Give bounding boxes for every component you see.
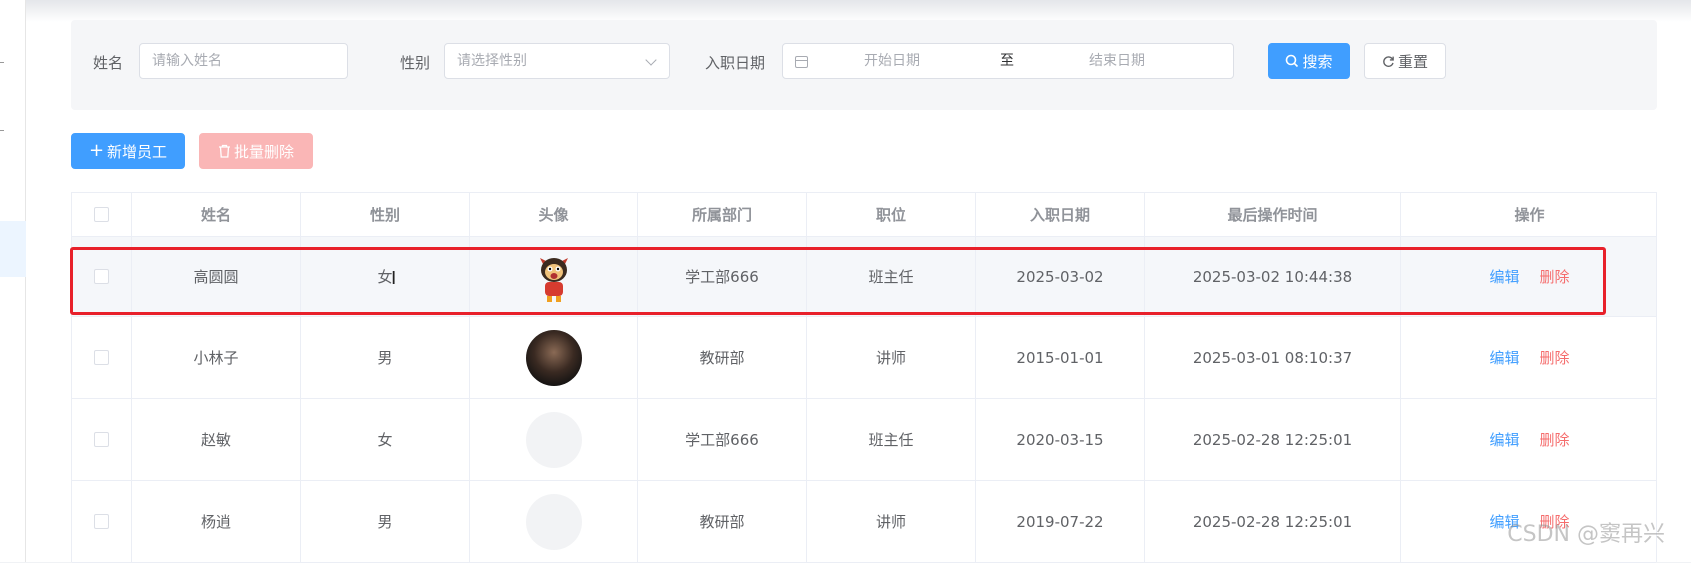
- column-header: 所属部门: [638, 193, 807, 237]
- header-shadow: [26, 0, 1691, 22]
- column-header: 入职日期: [976, 193, 1145, 237]
- range-separator: 至: [1000, 53, 1014, 69]
- cell-department: 学工部666: [638, 399, 807, 480]
- entry-date-label: 入职日期: [705, 54, 766, 72]
- batch-delete-button[interactable]: 批量删除: [199, 133, 313, 169]
- cell-avatar: [470, 317, 638, 398]
- header-select-all[interactable]: [72, 193, 132, 237]
- row-checkbox[interactable]: [94, 350, 109, 365]
- batch-delete-label: 批量删除: [233, 142, 294, 161]
- cell-avatar: [470, 481, 638, 562]
- cell-department: 教研部: [638, 317, 807, 398]
- name-label: 姓名: [93, 54, 124, 72]
- row-select-cell[interactable]: [72, 399, 132, 480]
- start-date-placeholder[interactable]: 开始日期: [864, 44, 920, 78]
- cell-entry-date: 2025-03-02: [976, 237, 1145, 316]
- table-row[interactable]: 杨逍 男 教研部 讲师 2019-07-22 2025-02-28 12:25:…: [72, 481, 1656, 563]
- cell-gender: 男: [301, 317, 470, 398]
- delete-button[interactable]: 删除: [1540, 429, 1570, 450]
- table-row[interactable]: 赵敏 女 学工部666 班主任 2020-03-15 2025-02-28 12…: [72, 399, 1656, 481]
- edit-button[interactable]: 编辑: [1489, 347, 1519, 368]
- cell-entry-date: 2015-01-01: [976, 317, 1145, 398]
- sidebar-active-item[interactable]: [0, 221, 26, 277]
- edit-button[interactable]: 编辑: [1489, 429, 1519, 450]
- cell-avatar: [470, 399, 638, 480]
- column-header: 操作: [1514, 206, 1545, 224]
- avatar-photo: [525, 329, 582, 386]
- sidebar-strip: [0, 0, 26, 562]
- cell-entry-date: 2019-07-22: [976, 481, 1145, 562]
- table-header: 姓名 性别 头像 所属部门 职位 入职日期 最后操作时间 操作: [72, 193, 1656, 237]
- cell-name: 赵敏: [132, 399, 301, 480]
- edit-button[interactable]: 编辑: [1489, 266, 1519, 287]
- cell-updated-time: 2025-02-28 12:25:01: [1145, 399, 1401, 480]
- calendar-icon: [795, 56, 808, 68]
- table-row[interactable]: 高圆圆 女 学工部666 班主任 2025-03-02 2025-03-02 1…: [72, 237, 1656, 317]
- search-icon: [1286, 54, 1299, 68]
- cell-actions: 编辑 删除: [1401, 317, 1658, 398]
- column-header: 头像: [470, 193, 638, 237]
- search-button-label: 搜索: [1302, 52, 1333, 71]
- end-date-placeholder[interactable]: 结束日期: [1089, 44, 1145, 78]
- cell-gender: 男: [301, 481, 470, 562]
- row-checkbox[interactable]: [94, 269, 109, 284]
- cell-name: 杨逍: [132, 481, 301, 562]
- cell-entry-date: 2020-03-15: [976, 399, 1145, 480]
- cell-gender: 女: [301, 237, 470, 316]
- avatar-placeholder: [525, 411, 582, 468]
- cell-position: 班主任: [807, 399, 976, 480]
- sidebar-marker: [0, 130, 4, 131]
- gender-select-placeholder: 请选择性别: [457, 53, 527, 69]
- delete-button[interactable]: 删除: [1540, 347, 1570, 368]
- row-select-cell[interactable]: [72, 317, 132, 398]
- chevron-down-icon: [645, 54, 657, 66]
- cell-updated-time: 2025-03-02 10:44:38: [1145, 237, 1401, 316]
- cell-gender: 女: [301, 399, 470, 480]
- employee-table: 姓名 性别 头像 所属部门 职位 入职日期 最后操作时间 操作 高圆圆 女 学工…: [71, 192, 1657, 563]
- cell-name: 高圆圆: [132, 237, 301, 316]
- cell-name: 小林子: [132, 317, 301, 398]
- trash-icon: [218, 144, 230, 158]
- main-content: 姓名 性别 请选择性别 入职日期 开始日期 至 结束日期 搜索 重置 + 新增员…: [26, 0, 1691, 563]
- cell-department: 教研部: [638, 481, 807, 562]
- row-select-cell[interactable]: [72, 237, 132, 316]
- cell-position: 讲师: [807, 481, 976, 562]
- cell-actions: 编辑 删除: [1401, 399, 1658, 480]
- select-all-checkbox[interactable]: [94, 207, 109, 222]
- column-header: 姓名: [132, 193, 301, 237]
- add-employee-label: 新增员工: [107, 142, 168, 161]
- cell-department: 学工部666: [638, 237, 807, 316]
- reset-button-label: 重置: [1397, 52, 1428, 71]
- column-header: 性别: [301, 193, 470, 237]
- sidebar-marker: [0, 62, 4, 63]
- gender-label: 性别: [400, 54, 431, 72]
- column-header: 最后操作时间: [1145, 193, 1401, 237]
- avatar-mascot-image: [539, 257, 568, 302]
- cell-position: 讲师: [807, 317, 976, 398]
- entry-date-range-picker[interactable]: 开始日期 至 结束日期: [782, 43, 1234, 79]
- table-row[interactable]: 小林子 男 教研部 讲师 2015-01-01 2025-03-01 08:10…: [72, 317, 1656, 399]
- avatar-placeholder: [525, 493, 582, 550]
- refresh-icon: [1383, 55, 1394, 67]
- cell-position: 班主任: [807, 237, 976, 316]
- row-select-cell[interactable]: [72, 481, 132, 562]
- name-search-input[interactable]: [139, 43, 348, 79]
- text-cursor-icon: I: [391, 268, 397, 289]
- delete-button[interactable]: 删除: [1540, 266, 1570, 287]
- cell-avatar: [470, 237, 638, 316]
- row-checkbox[interactable]: [94, 432, 109, 447]
- plus-icon: +: [88, 140, 105, 161]
- add-employee-button[interactable]: + 新增员工: [71, 133, 185, 169]
- watermark: CSDN @窦再兴: [1507, 522, 1665, 547]
- reset-button[interactable]: 重置: [1364, 43, 1446, 79]
- column-header: 职位: [807, 193, 976, 237]
- cell-actions: 编辑 删除: [1401, 237, 1658, 316]
- cell-updated-time: 2025-03-01 08:10:37: [1145, 317, 1401, 398]
- search-button[interactable]: 搜索: [1268, 43, 1350, 79]
- row-checkbox[interactable]: [94, 514, 109, 529]
- gender-select[interactable]: 请选择性别: [444, 43, 670, 79]
- cell-updated-time: 2025-02-28 12:25:01: [1145, 481, 1401, 562]
